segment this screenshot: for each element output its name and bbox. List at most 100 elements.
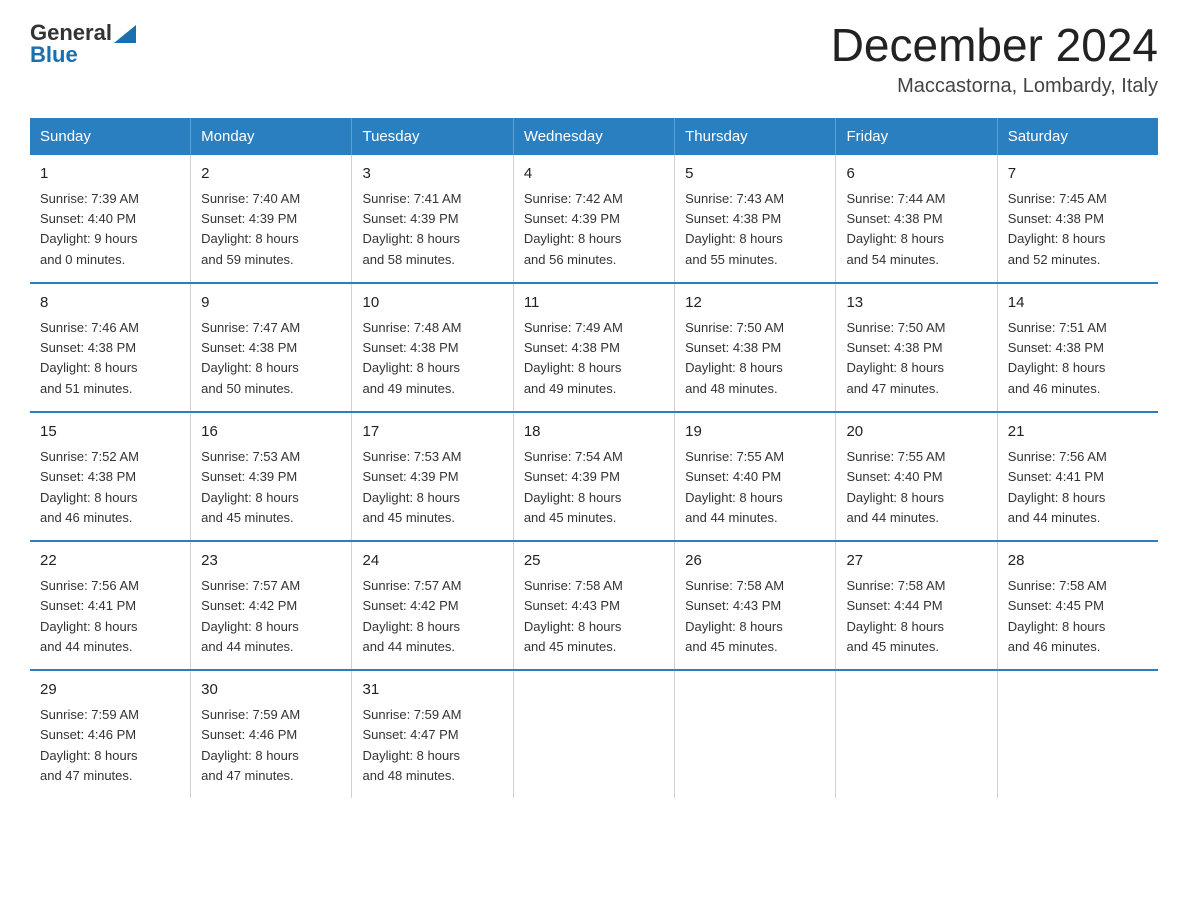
col-monday: Monday [191,118,352,155]
day-number: 16 [201,421,341,444]
day-number: 26 [685,550,825,573]
table-row: 15 Sunrise: 7:52 AM Sunset: 4:38 PM Dayli… [30,412,191,541]
table-row: 28 Sunrise: 7:58 AM Sunset: 4:45 PM Dayli… [997,541,1158,670]
day-info: Sunrise: 7:51 AM Sunset: 4:38 PM Dayligh… [1008,318,1148,399]
day-number: 6 [846,163,986,186]
day-number: 14 [1008,292,1148,315]
day-number: 13 [846,292,986,315]
day-info: Sunrise: 7:41 AM Sunset: 4:39 PM Dayligh… [362,189,502,270]
calendar-week-row: 15 Sunrise: 7:52 AM Sunset: 4:38 PM Dayli… [30,412,1158,541]
day-info: Sunrise: 7:39 AM Sunset: 4:40 PM Dayligh… [40,189,180,270]
day-info: Sunrise: 7:50 AM Sunset: 4:38 PM Dayligh… [685,318,825,399]
day-number: 7 [1008,163,1148,186]
day-number: 2 [201,163,341,186]
day-number: 9 [201,292,341,315]
calendar-table: Sunday Monday Tuesday Wednesday Thursday… [30,118,1158,798]
calendar-week-row: 1 Sunrise: 7:39 AM Sunset: 4:40 PM Daylig… [30,155,1158,283]
day-number: 1 [40,163,180,186]
day-info: Sunrise: 7:58 AM Sunset: 4:44 PM Dayligh… [846,576,986,657]
day-number: 24 [362,550,502,573]
day-info: Sunrise: 7:55 AM Sunset: 4:40 PM Dayligh… [685,447,825,528]
day-number: 11 [524,292,664,315]
title-section: December 2024 Maccastorna, Lombardy, Ita… [831,20,1158,98]
day-number: 28 [1008,550,1148,573]
table-row: 12 Sunrise: 7:50 AM Sunset: 4:38 PM Dayli… [675,283,836,412]
day-number: 21 [1008,421,1148,444]
day-number: 8 [40,292,180,315]
day-info: Sunrise: 7:43 AM Sunset: 4:38 PM Dayligh… [685,189,825,270]
table-row: 11 Sunrise: 7:49 AM Sunset: 4:38 PM Dayli… [513,283,674,412]
day-info: Sunrise: 7:40 AM Sunset: 4:39 PM Dayligh… [201,189,341,270]
logo-arrow-icon [114,21,136,43]
page-header: General Blue December 2024 Maccastorna, … [30,20,1158,98]
day-info: Sunrise: 7:57 AM Sunset: 4:42 PM Dayligh… [201,576,341,657]
day-info: Sunrise: 7:50 AM Sunset: 4:38 PM Dayligh… [846,318,986,399]
day-info: Sunrise: 7:53 AM Sunset: 4:39 PM Dayligh… [201,447,341,528]
day-number: 10 [362,292,502,315]
table-row: 22Sunrise: 7:56 AM Sunset: 4:41 PM Dayli… [30,541,191,670]
calendar-week-row: 8 Sunrise: 7:46 AM Sunset: 4:38 PM Daylig… [30,283,1158,412]
table-row [997,670,1158,798]
table-row: 5 Sunrise: 7:43 AM Sunset: 4:38 PM Daylig… [675,155,836,283]
day-number: 18 [524,421,664,444]
day-info: Sunrise: 7:52 AM Sunset: 4:38 PM Dayligh… [40,447,180,528]
day-info: Sunrise: 7:56 AM Sunset: 4:41 PM Dayligh… [40,576,180,657]
day-info: Sunrise: 7:49 AM Sunset: 4:38 PM Dayligh… [524,318,664,399]
day-number: 3 [362,163,502,186]
day-info: Sunrise: 7:59 AM Sunset: 4:46 PM Dayligh… [201,705,341,786]
day-info: Sunrise: 7:58 AM Sunset: 4:43 PM Dayligh… [685,576,825,657]
day-number: 20 [846,421,986,444]
day-info: Sunrise: 7:42 AM Sunset: 4:39 PM Dayligh… [524,189,664,270]
day-info: Sunrise: 7:46 AM Sunset: 4:38 PM Dayligh… [40,318,180,399]
day-number: 19 [685,421,825,444]
day-info: Sunrise: 7:59 AM Sunset: 4:47 PM Dayligh… [362,705,502,786]
table-row: 3 Sunrise: 7:41 AM Sunset: 4:39 PM Daylig… [352,155,513,283]
day-number: 12 [685,292,825,315]
table-row: 8 Sunrise: 7:46 AM Sunset: 4:38 PM Daylig… [30,283,191,412]
table-row: 2 Sunrise: 7:40 AM Sunset: 4:39 PM Daylig… [191,155,352,283]
day-info: Sunrise: 7:54 AM Sunset: 4:39 PM Dayligh… [524,447,664,528]
day-info: Sunrise: 7:53 AM Sunset: 4:39 PM Dayligh… [362,447,502,528]
day-info: Sunrise: 7:58 AM Sunset: 4:45 PM Dayligh… [1008,576,1148,657]
day-info: Sunrise: 7:57 AM Sunset: 4:42 PM Dayligh… [362,576,502,657]
day-number: 23 [201,550,341,573]
table-row: 26 Sunrise: 7:58 AM Sunset: 4:43 PM Dayli… [675,541,836,670]
col-friday: Friday [836,118,997,155]
day-info: Sunrise: 7:47 AM Sunset: 4:38 PM Dayligh… [201,318,341,399]
table-row: 9 Sunrise: 7:47 AM Sunset: 4:38 PM Daylig… [191,283,352,412]
table-row: 14 Sunrise: 7:51 AM Sunset: 4:38 PM Dayli… [997,283,1158,412]
table-row: 17 Sunrise: 7:53 AM Sunset: 4:39 PM Dayli… [352,412,513,541]
logo: General Blue [30,20,136,68]
day-number: 25 [524,550,664,573]
day-number: 29 [40,679,180,702]
table-row: 1 Sunrise: 7:39 AM Sunset: 4:40 PM Daylig… [30,155,191,283]
day-number: 15 [40,421,180,444]
day-info: Sunrise: 7:56 AM Sunset: 4:41 PM Dayligh… [1008,447,1148,528]
table-row: 25 Sunrise: 7:58 AM Sunset: 4:43 PM Dayli… [513,541,674,670]
calendar-week-row: 22Sunrise: 7:56 AM Sunset: 4:41 PM Dayli… [30,541,1158,670]
table-row [513,670,674,798]
day-info: Sunrise: 7:58 AM Sunset: 4:43 PM Dayligh… [524,576,664,657]
location-subtitle: Maccastorna, Lombardy, Italy [831,75,1158,98]
col-sunday: Sunday [30,118,191,155]
day-number: 5 [685,163,825,186]
table-row: 16 Sunrise: 7:53 AM Sunset: 4:39 PM Dayli… [191,412,352,541]
day-number: 31 [362,679,502,702]
col-tuesday: Tuesday [352,118,513,155]
table-row [836,670,997,798]
table-row: 19 Sunrise: 7:55 AM Sunset: 4:40 PM Dayli… [675,412,836,541]
table-row [675,670,836,798]
table-row: 27Sunrise: 7:58 AM Sunset: 4:44 PM Dayli… [836,541,997,670]
col-wednesday: Wednesday [513,118,674,155]
day-number: 17 [362,421,502,444]
month-year-title: December 2024 [831,20,1158,71]
day-info: Sunrise: 7:59 AM Sunset: 4:46 PM Dayligh… [40,705,180,786]
table-row: 13 Sunrise: 7:50 AM Sunset: 4:38 PM Dayli… [836,283,997,412]
table-row: 10Sunrise: 7:48 AM Sunset: 4:38 PM Dayli… [352,283,513,412]
table-row: 21 Sunrise: 7:56 AM Sunset: 4:41 PM Dayli… [997,412,1158,541]
table-row: 4Sunrise: 7:42 AM Sunset: 4:39 PM Daylig… [513,155,674,283]
day-info: Sunrise: 7:55 AM Sunset: 4:40 PM Dayligh… [846,447,986,528]
logo-text-blue: Blue [30,42,136,68]
col-thursday: Thursday [675,118,836,155]
calendar-header-row: Sunday Monday Tuesday Wednesday Thursday… [30,118,1158,155]
